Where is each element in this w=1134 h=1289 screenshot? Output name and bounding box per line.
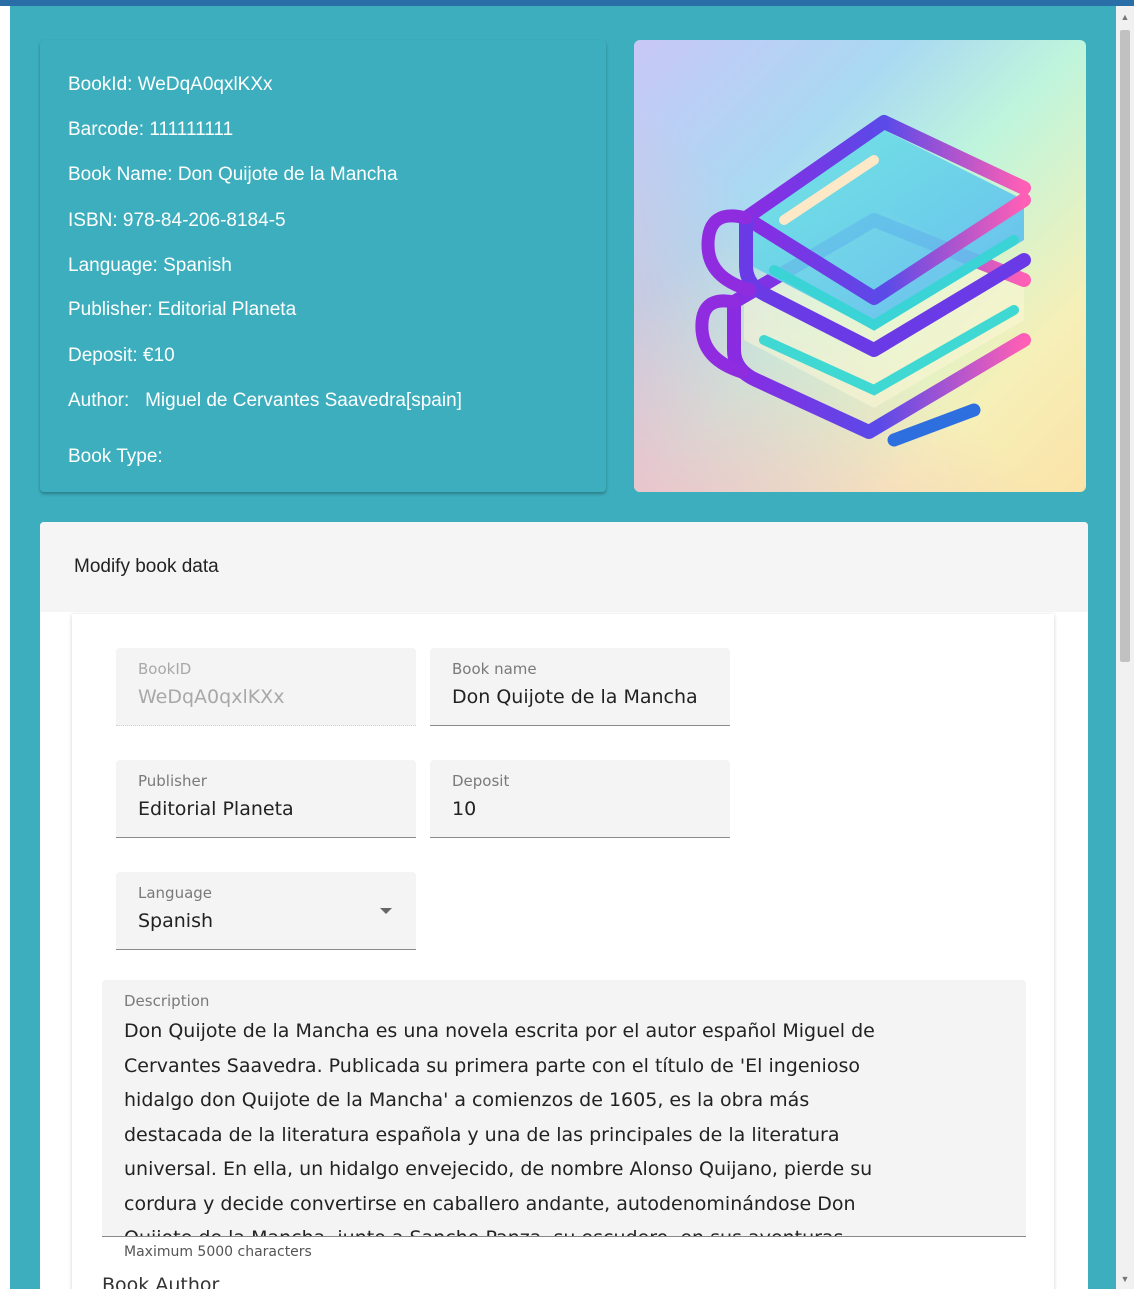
book-info-card: BookId: WeDqA0qxlKXx Barcode: 111111111 … [40,40,606,492]
modify-header: Modify book data [40,522,1088,612]
description-line: Don Quijote de la Mancha es una novela e… [124,1020,875,1042]
book-name-text: Book Name: Don Quijote de la Mancha [68,164,398,185]
chevron-down-icon[interactable] [380,908,392,914]
book-name-field[interactable]: Book name Don Quijote de la Mancha [430,648,730,726]
description-field[interactable]: Description Don Quijote de la Mancha es … [102,980,1026,1237]
book-author-label: Book Author [102,1274,220,1289]
description-line: universal. En ella, un hidalgo envejecid… [124,1158,873,1180]
deposit-label: Deposit [452,772,510,790]
scrollbar-thumb[interactable] [1120,30,1130,662]
deposit-field[interactable]: Deposit 10 [430,760,730,838]
description-hint: Maximum 5000 characters [124,1244,312,1260]
publisher-field[interactable]: Publisher Editorial Planeta [116,760,416,838]
scroll-up-icon[interactable]: ▲ [1116,10,1134,24]
publisher-label: Publisher [138,772,207,790]
isbn-text: ISBN: 978-84-206-8184-5 [68,210,286,231]
deposit-input[interactable]: 10 [452,798,476,820]
language-text: Language: Spanish [68,255,232,276]
description-line: Cervantes Saavedra. Publicada su primera… [124,1054,860,1077]
deposit-text: Deposit: €10 [68,345,175,366]
modify-title: Modify book data [74,556,219,577]
page-content: BookId: WeDqA0qxlKXx Barcode: 111111111 … [10,6,1116,1289]
book-id-field: BookID WeDqA0qxlKXx [116,648,416,726]
book-id-text: BookId: WeDqA0qxlKXx [68,74,273,95]
language-label: Language [138,884,213,902]
book-id-label: BookID [138,660,192,678]
description-line: hidalgo don Quijote de la Mancha' a comi… [124,1089,810,1111]
publisher-text: Publisher: Editorial Planeta [68,299,297,320]
books-stack-icon [695,115,1031,447]
scroll-down-icon[interactable]: ▼ [1116,1272,1134,1286]
publisher-input[interactable]: Editorial Planeta [138,798,294,820]
vertical-scrollbar[interactable]: ▲ ▼ [1116,6,1134,1289]
language-select[interactable]: Language Spanish [116,872,416,950]
barcode-text: Barcode: 111111111 [68,119,234,140]
modify-book-card: Modify book data BookID WeDqA0qxlKXx Boo… [40,522,1088,1289]
language-value[interactable]: Spanish [138,910,213,932]
description-textarea[interactable]: Don Quijote de la Mancha es una novela e… [124,1014,994,1236]
book-type-text: Book Type: [68,446,163,467]
description-label: Description [124,992,210,1010]
book-id-value: WeDqA0qxlKXx [138,686,285,708]
book-name-input[interactable]: Don Quijote de la Mancha [452,686,708,708]
book-cover-image [634,40,1086,492]
description-line: Quijote de la Mancha, junto a Sancho Pan… [124,1221,994,1236]
description-line: cordura y decide convertirse en caballer… [124,1192,856,1215]
description-line: destacada de la literatura española y un… [124,1123,840,1146]
book-name-label: Book name [452,660,537,678]
author-text: Author: Miguel de Cervantes Saavedra[spa… [68,390,462,411]
